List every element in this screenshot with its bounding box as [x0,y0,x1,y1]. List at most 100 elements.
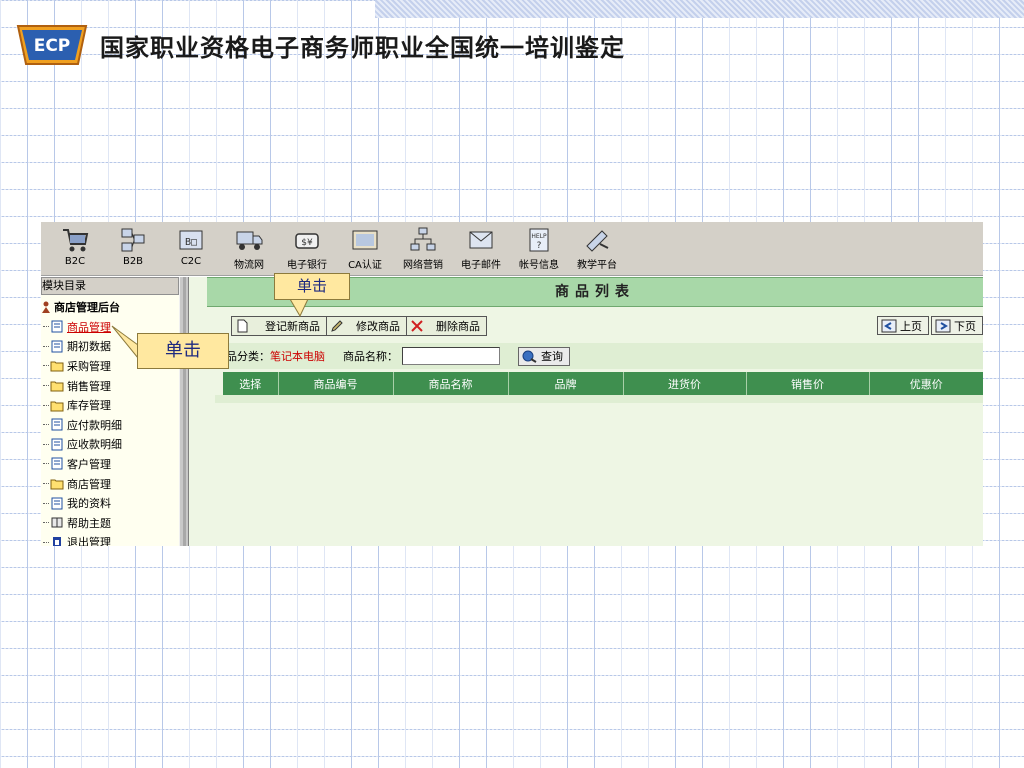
sidebar-item-label: 期初数据 [67,340,111,354]
toolbar-ebank-button[interactable]: $¥ 电子银行 [281,226,333,271]
product-table: 选择 商品编号 商品名称 品牌 进货价 销售价 优惠价 [223,372,983,395]
sidebar-item[interactable]: 帮助主题 [41,513,179,533]
sidebar-item[interactable]: 应付款明细 [41,415,179,435]
document-icon [50,497,67,510]
sidebar-item[interactable]: 退出管理 [41,533,179,546]
toolbar-marketing-button[interactable]: 网络营销 [397,226,449,271]
help-book-icon [50,516,67,529]
tree-connector [43,522,49,524]
sidebar-item[interactable]: 我的资料 [41,493,179,513]
toolbar-email-button[interactable]: 电子邮件 [455,226,507,271]
truck-icon [236,231,263,250]
tree-connector [43,365,49,367]
column-header[interactable]: 进货价 [623,372,747,395]
sidebar-item[interactable]: 库存管理 [41,395,179,415]
tree-connector [43,404,49,406]
toolbar-b2b-button[interactable]: B2B [107,226,159,267]
tree-connector [43,483,49,485]
slide-title: 国家职业资格电子商务师职业全国统一培训鉴定 [100,34,625,62]
folder-icon [50,477,67,490]
column-header[interactable]: 销售价 [746,372,870,395]
table-footer-strip [215,395,983,403]
edit-product-button[interactable]: 修改商品 [327,317,407,335]
callout-click-product-management: 单击 [137,333,229,369]
toolbar-b2c-button[interactable]: B2C [49,226,101,267]
sidebar-item[interactable]: 销售管理 [41,376,179,396]
tree-connector [43,385,49,387]
exit-door-icon [50,536,67,546]
toolbar-ca-button[interactable]: CA认证 [339,226,391,271]
category-value[interactable]: 笔记本电脑 [270,348,325,364]
toolbar-logistics-button[interactable]: 物流网 [223,226,275,271]
shopping-cart-icon [63,229,89,252]
tree-connector [43,424,49,426]
sidebar-item[interactable]: 客户管理 [41,454,179,474]
ecp-logo: ECP [14,20,90,70]
svg-text:?: ? [537,241,542,251]
query-button-label: 查询 [541,350,563,363]
pager: 上页 下页 [877,316,983,335]
certificate-icon [352,230,378,250]
logo-text: ECP [34,36,71,56]
document-icon [50,340,67,353]
network-icon [121,228,145,252]
sidebar-item-label: 采购管理 [67,359,111,373]
document-icon [50,438,67,451]
pencil-icon [331,320,343,332]
sidebar-item-label: 库存管理 [67,399,111,413]
prev-page-label: 上页 [900,319,922,333]
sidebar-item-label: 帮助主题 [67,516,111,530]
sidebar-item-label: 退出管理 [67,536,111,546]
product-name-label: 商品名称： [343,350,398,363]
sidebar-item-label: 商品管理 [67,320,111,334]
tree-root[interactable]: 商店管理后台 [41,295,179,317]
sidebar-item-label: 销售管理 [67,379,111,393]
prev-page-button[interactable]: 上页 [877,316,929,335]
document-icon [50,320,67,333]
add-product-button[interactable]: 登记新商品 [232,317,327,335]
edit-product-label: 修改商品 [356,320,400,333]
toolbar-teaching-button[interactable]: 教学平台 [571,226,623,271]
next-page-button[interactable]: 下页 [931,316,983,335]
tree-connector [43,463,49,465]
sidebar-item[interactable]: 商店管理 [41,474,179,494]
bank-icon: $¥ [295,233,319,249]
top-decorative-strip [375,0,1024,18]
delete-x-icon [411,320,423,332]
delete-product-button[interactable]: 删除商品 [407,317,486,335]
toolbar-account-button[interactable]: HELP? 帐号信息 [513,226,565,271]
sidebar-splitter[interactable] [179,277,189,546]
search-globe-icon [522,350,537,363]
main-panel: 商品列表 登记新商品 修改商品 删除商品 上页 下页 商品分类： 笔记本电脑 商… [189,277,983,546]
app-window: B2C B2B B□ C2C 物流网 $¥ 电子银行 CA认证 网络营销 电子邮… [41,222,983,546]
column-header[interactable]: 商品名称 [393,372,509,395]
next-page-label: 下页 [954,319,976,333]
next-page-icon [935,319,951,332]
consumer-icon: B□ [179,230,203,250]
tree-connector [43,326,49,328]
tree-root-label: 商店管理后台 [54,301,120,314]
email-icon [469,231,493,249]
sidebar-item-label: 应收款明细 [67,438,122,452]
product-name-input[interactable] [402,347,500,365]
new-document-icon [237,319,248,333]
query-button[interactable]: 查询 [518,346,570,366]
toolbar-c2c-button[interactable]: B□ C2C [165,226,217,267]
folder-icon [50,399,67,412]
delete-product-label: 删除商品 [436,320,480,333]
column-header[interactable]: 品牌 [508,372,624,395]
column-header[interactable]: 选择 [223,372,279,395]
column-header[interactable]: 商品编号 [278,372,394,395]
document-icon [50,457,67,470]
folder-icon [50,379,67,392]
module-sidebar: 模块目录 商店管理后台 商品管理 期初数据 采购管理 销售管理 库存管理 应付款明细 应收款… [41,277,179,546]
column-header[interactable]: 优惠价 [869,372,983,395]
teaching-icon [586,230,609,252]
sidebar-item[interactable]: 应收款明细 [41,435,179,455]
svg-text:HELP: HELP [531,233,547,240]
svg-text:B□: B□ [185,237,197,248]
sidebar-item-label: 应付款明细 [67,418,122,432]
callout-click-add: 单击 [274,273,350,300]
help-icon: HELP? [529,228,549,252]
table-header-row: 选择 商品编号 商品名称 品牌 进货价 销售价 优惠价 [223,372,983,395]
